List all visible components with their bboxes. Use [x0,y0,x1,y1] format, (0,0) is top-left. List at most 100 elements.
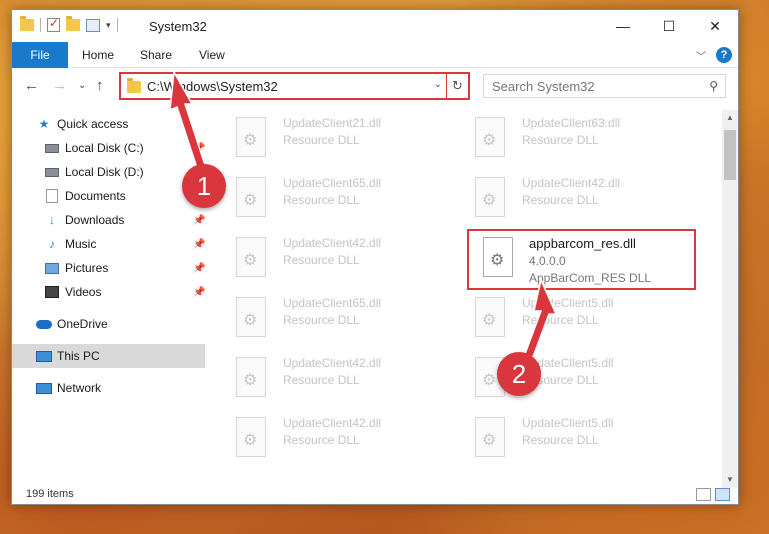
address-bar[interactable]: C:\Windows\System32 ⌄ ↻ [119,72,470,100]
tab-file[interactable]: File [12,42,68,68]
file-item[interactable]: ⚙ UpdateClient42.dll Resource DLL [213,352,438,408]
sidebar-item-label: Network [57,381,102,395]
address-folder-icon [127,78,141,93]
minimize-button[interactable]: — [600,10,646,42]
new-folder-icon[interactable] [66,16,80,31]
tab-home[interactable]: Home [82,42,114,68]
maximize-button[interactable]: ☐ [646,10,692,42]
file-item[interactable]: ⚙ UpdateClient65.dll Resource DLL [213,292,438,348]
file-item[interactable]: ⚙ UpdateClient5.dll Resource DLL [452,352,677,408]
toolbar-separator [40,18,41,32]
pictures-icon [44,261,60,275]
search-box[interactable]: Search System32 ⚲ [483,74,726,98]
sidebar-item-documents[interactable]: Documents [12,184,205,208]
step-1-badge: 1 [182,164,226,208]
file-name: UpdateClient42.dll [283,416,382,430]
sidebar-item-network[interactable]: Network [12,376,205,400]
file-type: Resource DLL [283,313,360,327]
refresh-icon[interactable]: ↻ [446,74,468,98]
vertical-scrollbar[interactable]: ▲ ▼ [722,110,738,488]
dll-file-icon: ⚙ [236,297,266,337]
dll-file-icon: ⚙ [236,177,266,217]
file-name: UpdateClient5.dll [522,296,614,310]
sidebar-item-label: Local Disk (C:) [65,141,144,155]
pin-icon[interactable]: 📌 [193,287,205,298]
file-item[interactable]: ⚙ UpdateClient42.dll Resource DLL [213,412,438,468]
tab-view[interactable]: View [199,42,225,68]
sidebar-item-quick-access[interactable]: ★ Quick access [12,112,205,136]
details-view-icon[interactable] [696,488,711,501]
dll-file-icon: ⚙ [236,417,266,457]
ribbon-tabs: File Home Share View ﹀ ? [12,42,738,68]
network-icon [36,381,52,395]
dll-file-icon: ⚙ [236,357,266,397]
navigation-pane: ★ Quick access Local Disk (C:) 📌 Local D… [12,110,205,480]
address-path[interactable]: C:\Windows\System32 [147,79,278,94]
address-dropdown-icon[interactable]: ⌄ [434,79,442,90]
up-arrow-icon[interactable]: ↑ [96,77,104,94]
computer-icon [36,349,52,363]
view-properties-icon[interactable] [86,18,100,32]
file-item[interactable]: ⚙ UpdateClient63.dll Resource DLL [452,112,677,168]
sidebar-item-label: OneDrive [57,317,108,331]
sidebar-item-videos[interactable]: Videos 📌 [12,280,205,304]
scroll-up-arrow-icon[interactable]: ▲ [722,110,738,126]
sidebar-item-label: Documents [65,189,126,203]
sidebar-item-local-disk-d[interactable]: Local Disk (D:) [12,160,205,184]
properties-check-icon[interactable] [47,16,60,32]
search-icon[interactable]: ⚲ [709,79,718,93]
dll-file-icon: ⚙ [236,117,266,157]
scroll-thumb[interactable] [724,130,736,180]
file-name: UpdateClient42.dll [283,236,382,250]
pin-icon[interactable]: 📌 [193,143,205,154]
drive-icon [44,165,60,179]
recent-locations-chevron-icon[interactable]: ⌄ [78,80,86,91]
back-arrow-icon[interactable]: ← [24,77,39,94]
file-name: UpdateClient63.dll [522,116,621,130]
customize-toolbar-chevron-icon[interactable]: ▾ [106,20,111,31]
large-icons-view-icon[interactable] [715,488,730,501]
file-item[interactable]: ⚙ UpdateClient65.dll Resource DLL [213,172,438,228]
file-item[interactable]: ⚙ UpdateClient42.dll Resource DLL [213,232,438,288]
pin-icon[interactable]: 📌 [193,263,205,274]
file-type: Resource DLL [522,433,599,447]
file-type: Resource DLL [283,193,360,207]
sidebar-item-this-pc[interactable]: This PC [12,344,205,368]
expand-ribbon-chevron-icon[interactable]: ﹀ [696,48,706,63]
documents-icon [44,189,60,203]
tab-share[interactable]: Share [140,42,172,68]
file-type: Resource DLL [522,133,599,147]
sidebar-item-label: Music [65,237,97,251]
videos-icon [44,285,60,299]
highlight-box [467,229,696,290]
sidebar-item-downloads[interactable]: ↓ Downloads 📌 [12,208,205,232]
pin-icon[interactable]: 📌 [193,215,205,226]
file-name: UpdateClient65.dll [283,176,382,190]
sidebar-item-label: Quick access [57,117,129,131]
sidebar-item-pictures[interactable]: Pictures 📌 [12,256,205,280]
file-item[interactable]: ⚙ UpdateClient42.dll Resource DLL [452,172,677,228]
item-count: 199 items [26,488,74,500]
sidebar-item-onedrive[interactable]: OneDrive [12,312,205,336]
file-type: Resource DLL [283,133,360,147]
pin-icon[interactable]: 📌 [193,239,205,250]
file-item[interactable]: ⚙ UpdateClient5.dll Resource DLL [452,292,677,348]
help-icon[interactable]: ? [716,47,732,63]
file-type: Resource DLL [283,373,360,387]
sidebar-item-music[interactable]: ♪ Music 📌 [12,232,205,256]
drive-icon [44,141,60,155]
close-button[interactable]: ✕ [692,10,738,42]
view-toggle [696,488,730,501]
search-placeholder: Search System32 [492,79,595,94]
file-item[interactable]: ⚙ UpdateClient21.dll Resource DLL [213,112,438,168]
file-list: ⚙ UpdateClient21.dll Resource DLL ⚙ Upda… [209,110,721,480]
dll-file-icon: ⚙ [475,117,505,157]
dll-file-icon: ⚙ [475,297,505,337]
sidebar-item-label: Local Disk (D:) [65,165,144,179]
sidebar-item-local-disk-c[interactable]: Local Disk (C:) 📌 [12,136,205,160]
file-item[interactable]: ⚙ UpdateClient5.dll Resource DLL [452,412,677,468]
file-type: Resource DLL [522,313,599,327]
download-icon: ↓ [49,213,55,227]
forward-arrow-icon[interactable]: → [52,77,67,94]
window-title: System32 [149,19,207,34]
